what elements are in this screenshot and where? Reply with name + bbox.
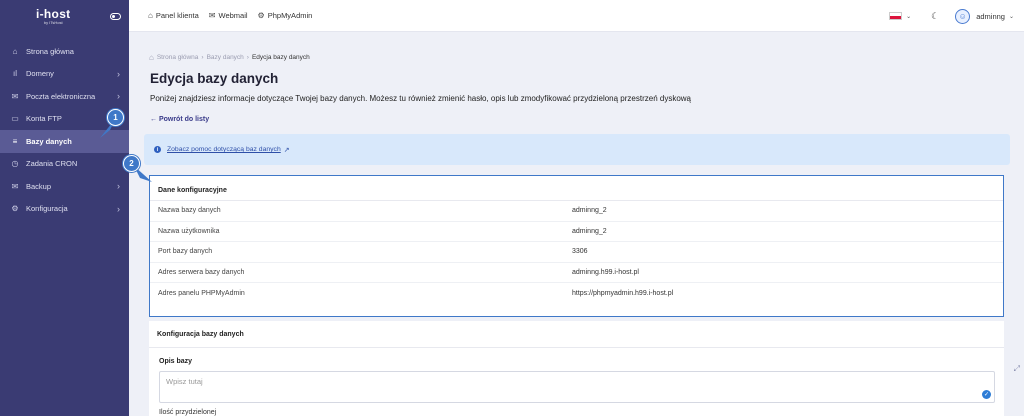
sidebar-item-label: Domeny: [26, 69, 54, 79]
sidebar-item[interactable]: ✉ Backup ›: [0, 175, 129, 198]
back-to-list-link[interactable]: ← Powrót do listy: [150, 116, 209, 123]
sidebar-item-label: Zadania CRON: [26, 159, 78, 169]
chevron-right-icon: ›: [117, 68, 120, 79]
row-value: adminng_2: [572, 227, 607, 235]
sidebar-item-label: Backup: [26, 181, 52, 191]
table-row: Nazwa bazy danych adminng_2: [150, 201, 1003, 222]
topbar-link-label: Webmail: [218, 11, 248, 20]
sidebar-item-label: Poczta elektroniczna: [26, 91, 96, 101]
sidebar-item[interactable]: ✉ Poczta elektroniczna ›: [0, 85, 129, 108]
breadcrumb-separator: ›: [246, 54, 249, 61]
table-row: Adres serwera bazy danych adminng.h99.i-h…: [150, 263, 1003, 283]
table-row: Port bazy danych 3306: [150, 242, 1003, 263]
sidebar: i-host by ITsHost ⌂ Strona główna ıl Domeny…: [0, 0, 129, 416]
page-title: Edycja bazy danych: [150, 71, 279, 86]
config-table: Nazwa bazy danych adminng_2 Nazwa użytkown…: [150, 201, 1003, 304]
sidebar-item-label: Konta FTP: [26, 114, 62, 124]
topbar-link-label: Panel klienta: [155, 11, 199, 20]
table-row: Nazwa użytkownika adminng_2: [150, 222, 1003, 242]
sidebar-toggle-icon[interactable]: [110, 12, 121, 20]
topbar-link[interactable]: ⚙ PhpMyAdmin: [258, 11, 313, 20]
home-icon[interactable]: ⌂: [149, 53, 154, 62]
topbar: ⌂ Panel klienta ✉ Webmail ⚙ PhpMyAdmin ⌄ ☾ ☺ …: [129, 0, 1024, 32]
chevron-down-icon[interactable]: ⌄: [906, 13, 911, 20]
annotation-badge-1: 1: [107, 109, 124, 126]
chevron-right-icon: ›: [117, 181, 120, 192]
sidebar-item[interactable]: ⌂ Strona główna: [0, 40, 129, 63]
brand-sub: by ITsHost: [43, 20, 63, 25]
row-key: Port bazy danych: [158, 248, 213, 256]
next-field-label: Ilość przydzielonej: [159, 409, 217, 416]
mail-icon: ✉: [11, 91, 19, 101]
page-description: Poniżej znajdziesz informacje dotyczące …: [150, 94, 691, 103]
annotation-badge-2: 2: [123, 155, 140, 172]
topbar-link[interactable]: ✉ Webmail: [209, 11, 248, 20]
sidebar-header: i-host by ITsHost: [0, 0, 129, 32]
dark-mode-icon[interactable]: ☾: [931, 11, 939, 22]
sidebar-item-label: Bazy danych: [26, 136, 72, 146]
info-box: i Zobacz pomoc dotyczącą baz danych ↗: [144, 134, 1010, 165]
avatar[interactable]: ☺: [955, 8, 971, 24]
db-config-card: Konfiguracja bazy danych Opis bazy Wpisz…: [149, 321, 1004, 416]
topbar-links: ⌂ Panel klienta ✉ Webmail ⚙ PhpMyAdmin: [148, 11, 322, 20]
breadcrumb-item[interactable]: Bazy danych: [207, 54, 244, 61]
db-config-title: Konfiguracja bazy danych: [149, 321, 1004, 348]
breadcrumb-separator: ›: [201, 54, 204, 61]
sidebar-item[interactable]: ıl Domeny ›: [0, 63, 129, 86]
sidebar-item-label: Konfiguracja: [26, 204, 68, 214]
clock-icon: ◷: [11, 159, 19, 169]
sidebar-item[interactable]: ⚙ Konfiguracja ›: [0, 198, 129, 221]
gear-icon: ⚙: [11, 204, 19, 214]
brand-logo[interactable]: i-host by ITsHost: [36, 7, 70, 25]
mail-icon: ✉: [208, 11, 216, 20]
description-label: Opis bazy: [159, 358, 193, 365]
chevron-right-icon: ›: [117, 91, 120, 102]
description-placeholder: Wpisz tutaj: [166, 377, 203, 386]
chevron-down-icon[interactable]: ⌄: [1009, 13, 1014, 20]
row-key: Adres panelu PHPMyAdmin: [158, 289, 245, 297]
topbar-link[interactable]: ⌂ Panel klienta: [148, 11, 199, 20]
row-value: https://phpmyadmin.h99.i-host.pl: [572, 289, 674, 297]
sidebar-item-label: Strona główna: [26, 46, 74, 56]
folder-icon: ▭: [11, 114, 19, 124]
config-card: Dane konfiguracyjne Nazwa bazy danych adm…: [149, 175, 1004, 317]
breadcrumb: ⌂ Strona główna › Bazy danych › Edycja b…: [149, 53, 310, 62]
breadcrumb-item[interactable]: Strona główna: [157, 54, 199, 61]
row-key: Nazwa bazy danych: [158, 207, 221, 215]
row-key: Nazwa użytkownika: [158, 227, 220, 235]
backup-icon: ✉: [11, 181, 19, 191]
username[interactable]: adminng: [976, 12, 1005, 21]
table-row: Adres panelu PHPMyAdmin https://phpmyadmi…: [150, 283, 1003, 304]
help-link[interactable]: Zobacz pomoc dotyczącą baz danych: [167, 146, 281, 153]
topbar-right: ⌄ ☾ ☺ adminng ⌄: [889, 0, 1014, 32]
chevron-right-icon: ›: [117, 203, 120, 214]
info-icon: i: [154, 146, 161, 153]
row-value: 3306: [572, 248, 588, 256]
row-value: adminng.h99.i-host.pl: [572, 268, 639, 276]
brand-name: i-host: [36, 7, 71, 21]
description-textarea[interactable]: Wpisz tutaj ✓: [159, 371, 995, 403]
side-widget-icon[interactable]: ⤢: [1014, 364, 1020, 374]
home-icon: ⌂: [12, 46, 18, 56]
breadcrumb-current: Edycja bazy danych: [251, 54, 310, 61]
home-icon: ⌂: [148, 11, 153, 20]
language-flag-icon[interactable]: [889, 12, 903, 20]
grammar-check-icon[interactable]: ✓: [982, 390, 991, 399]
row-key: Adres serwera bazy danych: [158, 268, 245, 276]
config-card-title: Dane konfiguracyjne: [150, 176, 1003, 201]
row-value: adminng_2: [572, 207, 607, 215]
sidebar-item[interactable]: ◷ Zadania CRON: [0, 153, 129, 176]
gear-icon: ⚙: [257, 11, 265, 20]
topbar-link-label: PhpMyAdmin: [267, 11, 313, 20]
bar-chart-icon: ıl: [13, 69, 17, 79]
external-link-icon[interactable]: ↗: [284, 146, 290, 154]
database-icon: ≡: [12, 136, 18, 146]
